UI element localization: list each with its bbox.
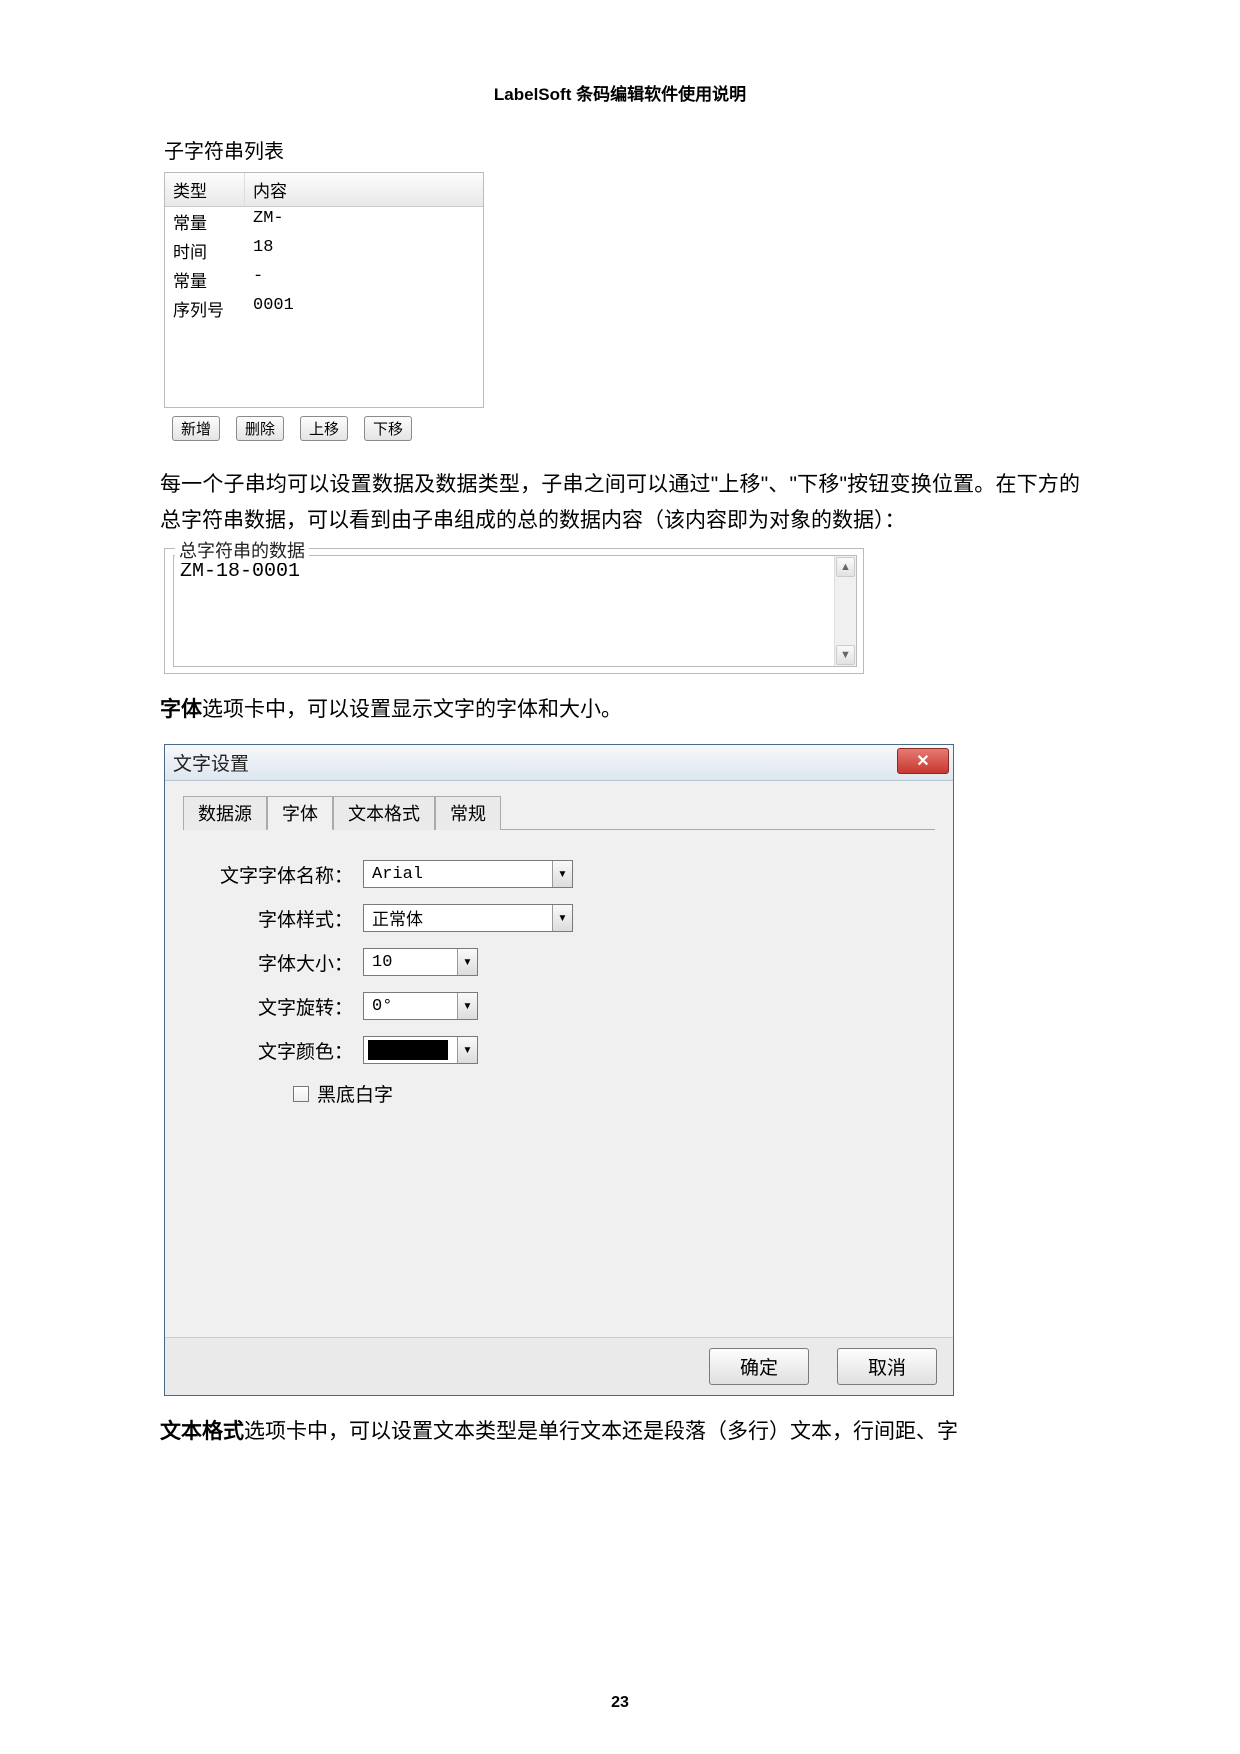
close-icon: ✕ bbox=[916, 751, 929, 771]
chevron-down-icon: ▼ bbox=[457, 1037, 477, 1063]
cell-type: 常量 bbox=[165, 207, 245, 236]
chevron-down-icon: ▼ bbox=[457, 949, 477, 975]
dialog-tabs: 数据源 字体 文本格式 常规 bbox=[183, 795, 935, 830]
font-style-value: 正常体 bbox=[364, 905, 431, 931]
text-settings-dialog: 文字设置 ✕ 数据源 字体 文本格式 常规 文字字体名称： Arial ▼ bbox=[164, 744, 954, 1396]
color-label: 文字颜色： bbox=[183, 1037, 363, 1064]
close-button[interactable]: ✕ bbox=[897, 748, 949, 774]
cell-type: 时间 bbox=[165, 236, 245, 265]
substring-list-label: 子字符串列表 bbox=[164, 135, 1080, 164]
font-name-label: 文字字体名称： bbox=[183, 861, 363, 888]
tab-font[interactable]: 字体 bbox=[267, 796, 333, 830]
chevron-down-icon: ▼ bbox=[552, 905, 572, 931]
paragraph-3: 文本格式选项卡中，可以设置文本类型是单行文本还是段落（多行）文本，行间距、字 bbox=[160, 1414, 1080, 1450]
paragraph-3-rest: 选项卡中，可以设置文本类型是单行文本还是段落（多行）文本，行间距、字 bbox=[244, 1420, 958, 1443]
font-size-value: 10 bbox=[364, 953, 400, 972]
chevron-down-icon: ▼ bbox=[552, 861, 572, 887]
rotate-value: 0° bbox=[364, 997, 400, 1016]
rotate-combo[interactable]: 0° ▼ bbox=[363, 992, 478, 1020]
total-string-legend: 总字符串的数据 bbox=[175, 537, 309, 563]
tab-data-source[interactable]: 数据源 bbox=[183, 796, 267, 830]
font-style-label: 字体样式： bbox=[183, 905, 363, 932]
move-down-button[interactable]: 下移 bbox=[364, 416, 412, 441]
scrollbar[interactable]: ▲ ▼ bbox=[834, 556, 856, 666]
font-style-combo[interactable]: 正常体 ▼ bbox=[363, 904, 573, 932]
font-size-combo[interactable]: 10 ▼ bbox=[363, 948, 478, 976]
dialog-titlebar[interactable]: 文字设置 ✕ bbox=[165, 745, 953, 781]
font-name-value: Arial bbox=[364, 865, 431, 884]
paragraph-3-bold: 文本格式 bbox=[160, 1420, 244, 1443]
inverse-checkbox[interactable] bbox=[293, 1086, 309, 1102]
substring-table: 类型 内容 常量 ZM- 时间 18 常量 - 序列号 0001 bbox=[164, 172, 484, 408]
total-string-fieldset: 总字符串的数据 ▲ ▼ bbox=[164, 548, 864, 674]
cancel-button[interactable]: 取消 bbox=[837, 1348, 937, 1385]
doc-header: LabelSoft 条码编辑软件使用说明 bbox=[160, 80, 1080, 105]
table-row[interactable]: 常量 - bbox=[165, 265, 483, 294]
color-swatch bbox=[368, 1040, 448, 1060]
inverse-label: 黑底白字 bbox=[317, 1080, 393, 1107]
cell-content: - bbox=[245, 265, 483, 294]
chevron-down-icon: ▼ bbox=[457, 993, 477, 1019]
paragraph-1: 每一个子串均可以设置数据及数据类型，子串之间可以通过"上移"、"下移"按钮变换位… bbox=[160, 467, 1080, 538]
col-header-type: 类型 bbox=[165, 173, 245, 206]
table-row[interactable]: 常量 ZM- bbox=[165, 207, 483, 236]
cell-content: 0001 bbox=[245, 294, 483, 323]
table-row[interactable]: 序列号 0001 bbox=[165, 294, 483, 323]
paragraph-2: 字体选项卡中，可以设置显示文字的字体和大小。 bbox=[160, 692, 1080, 728]
scroll-down-icon[interactable]: ▼ bbox=[836, 645, 855, 665]
ok-button[interactable]: 确定 bbox=[709, 1348, 809, 1385]
substring-table-header: 类型 内容 bbox=[165, 173, 483, 207]
tab-general[interactable]: 常规 bbox=[435, 796, 501, 830]
total-string-textarea[interactable] bbox=[174, 556, 834, 666]
cell-content: 18 bbox=[245, 236, 483, 265]
paragraph-2-bold: 字体 bbox=[160, 698, 202, 721]
tab-text-format[interactable]: 文本格式 bbox=[333, 796, 435, 830]
font-size-label: 字体大小： bbox=[183, 949, 363, 976]
paragraph-2-rest: 选项卡中，可以设置显示文字的字体和大小。 bbox=[202, 698, 622, 721]
cell-type: 常量 bbox=[165, 265, 245, 294]
move-up-button[interactable]: 上移 bbox=[300, 416, 348, 441]
cell-content: ZM- bbox=[245, 207, 483, 236]
scroll-up-icon[interactable]: ▲ bbox=[836, 557, 855, 577]
rotate-label: 文字旋转： bbox=[183, 993, 363, 1020]
font-name-combo[interactable]: Arial ▼ bbox=[363, 860, 573, 888]
cell-type: 序列号 bbox=[165, 294, 245, 323]
table-row[interactable]: 时间 18 bbox=[165, 236, 483, 265]
dialog-title: 文字设置 bbox=[173, 749, 249, 776]
page-number: 23 bbox=[0, 1694, 1240, 1712]
delete-button[interactable]: 删除 bbox=[236, 416, 284, 441]
add-button[interactable]: 新增 bbox=[172, 416, 220, 441]
color-combo[interactable]: ▼ bbox=[363, 1036, 478, 1064]
col-header-content: 内容 bbox=[245, 173, 483, 206]
